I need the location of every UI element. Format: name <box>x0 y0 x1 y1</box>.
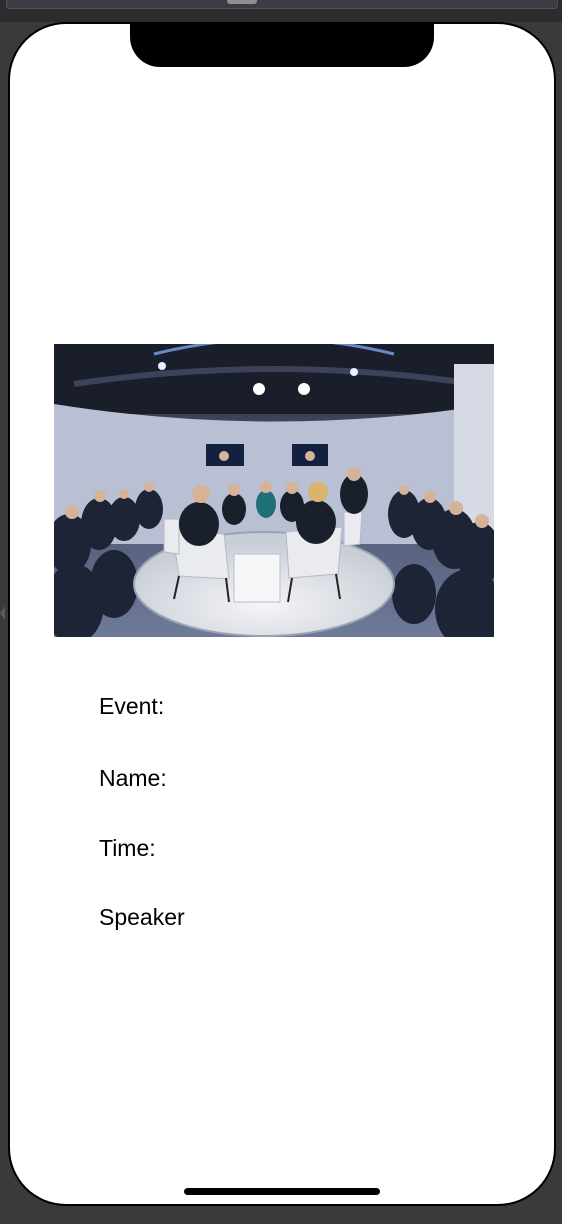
home-indicator[interactable] <box>184 1188 380 1195</box>
phone-screen: Event: Name: Time: Speaker <box>10 24 554 1204</box>
time-label: Time: <box>99 835 156 861</box>
event-photo <box>54 344 494 637</box>
device-notch <box>130 24 434 67</box>
name-label: Name: <box>99 765 167 791</box>
speaker-label: Speaker <box>99 904 185 930</box>
simulator-toolbar <box>6 0 558 9</box>
event-label: Event: <box>99 693 165 719</box>
panel-discussion-photo <box>54 344 494 637</box>
chevron-left-icon <box>0 606 5 620</box>
toolbar-handle[interactable] <box>227 0 257 4</box>
